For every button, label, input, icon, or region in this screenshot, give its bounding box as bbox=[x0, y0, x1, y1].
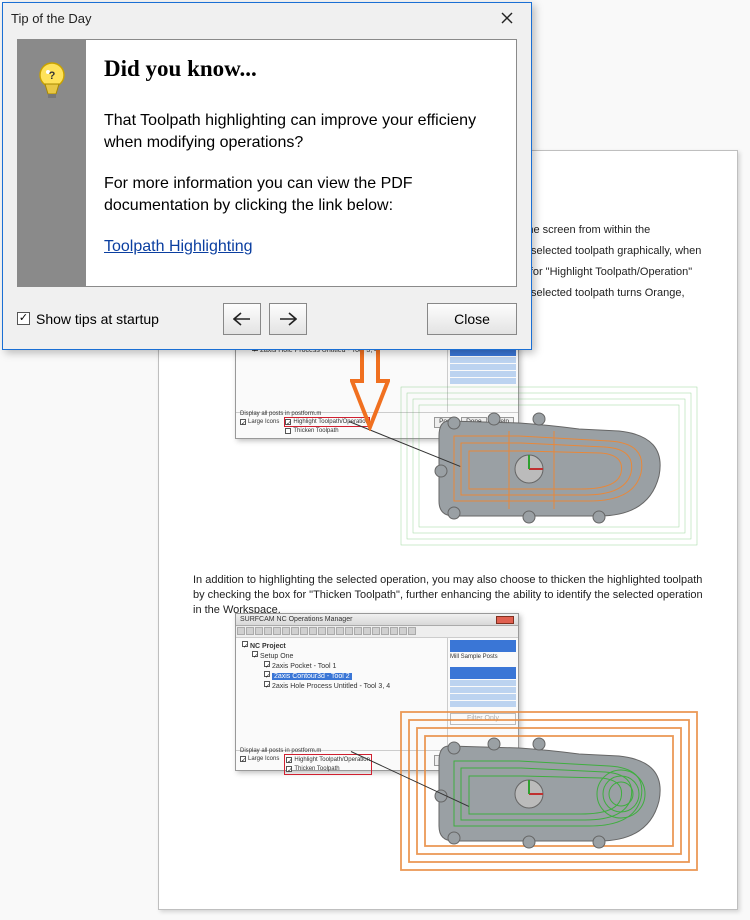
doc-paragraph: In addition to highlighting the selected… bbox=[193, 573, 703, 618]
doc-text-line: The selected toolpath graphically, when bbox=[509, 244, 709, 259]
dialog-title: Tip of the Day bbox=[11, 11, 91, 26]
show-tips-checkbox[interactable]: ✓ Show tips at startup bbox=[17, 311, 213, 327]
mini-close-icon bbox=[496, 616, 514, 624]
dialog-titlebar[interactable]: Tip of the Day bbox=[3, 3, 531, 33]
dialog-content: ? Did you know... That Toolpath highligh… bbox=[17, 39, 517, 287]
mini-toolbar bbox=[236, 626, 518, 638]
close-icon bbox=[501, 12, 513, 24]
titlebar-close-button[interactable] bbox=[489, 6, 525, 30]
dialog-body-text: That Toolpath highlighting can improve y… bbox=[104, 110, 498, 153]
dialog-body-text: For more information you can view the PD… bbox=[104, 173, 498, 216]
lightbulb-tip-icon: ? bbox=[35, 62, 69, 102]
show-tips-label: Show tips at startup bbox=[36, 311, 159, 327]
arrow-left-icon bbox=[233, 312, 251, 326]
doc-text-line: on the screen from within the bbox=[509, 223, 709, 238]
arrow-right-icon bbox=[279, 312, 297, 326]
close-button[interactable]: Close bbox=[427, 303, 517, 335]
dialog-footer: ✓ Show tips at startup Close bbox=[3, 297, 531, 349]
toolpath-highlighting-link[interactable]: Toolpath Highlighting bbox=[104, 238, 253, 255]
doc-figure-toolpath-thick bbox=[399, 706, 699, 876]
mini-window-title: SURFCAM NC Operations Manager bbox=[240, 615, 352, 624]
next-tip-button[interactable] bbox=[269, 303, 307, 335]
dialog-icon-column: ? bbox=[18, 40, 86, 286]
tip-of-day-dialog: Tip of the Day ? Did you know... That To… bbox=[2, 2, 532, 350]
doc-text-line: The selected toolpath turns Orange, bbox=[509, 286, 709, 301]
dialog-heading: Did you know... bbox=[104, 56, 498, 82]
doc-figure-toolpath-orange bbox=[399, 381, 699, 551]
doc-text-line: box for "Highlight Toolpath/Operation" bbox=[509, 265, 709, 280]
prev-tip-button[interactable] bbox=[223, 303, 261, 335]
checkbox-icon: ✓ bbox=[17, 312, 30, 325]
svg-text:?: ? bbox=[49, 70, 56, 82]
